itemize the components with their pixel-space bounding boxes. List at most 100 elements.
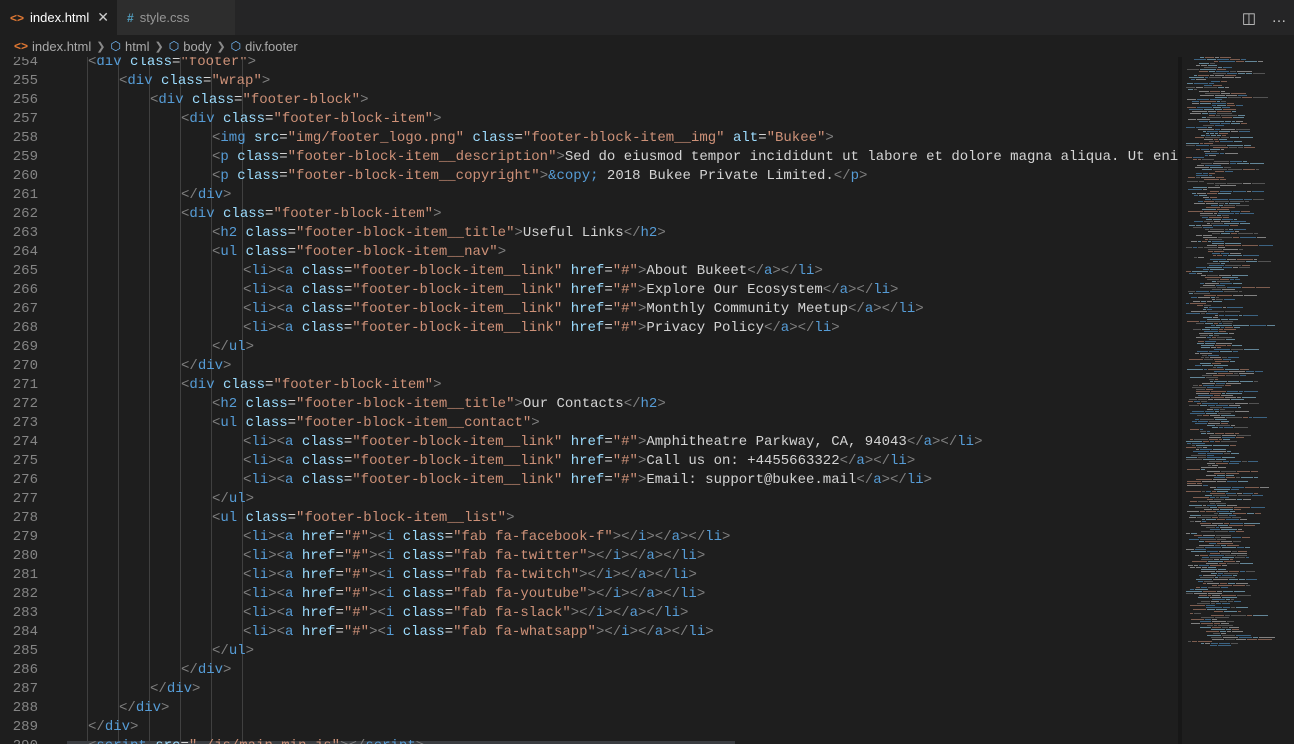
minimap-line (1186, 447, 1196, 448)
minimap-line (1219, 329, 1223, 330)
code-line[interactable]: 278 <ul class="footer-block-item__list"> (0, 509, 1180, 528)
code-line[interactable]: 257 <div class="footer-block-item"> (0, 110, 1180, 129)
code-line[interactable]: 279 <li><a href="#"><i class="fab fa-face… (0, 528, 1180, 547)
minimap-line (1221, 529, 1237, 530)
code-line[interactable]: 264 <ul class="footer-block-item__nav"> (0, 243, 1180, 262)
code-line[interactable]: 270 </div> (0, 357, 1180, 376)
code-line[interactable]: 280 <li><a href="#"><i class="fab fa-twit… (0, 547, 1180, 566)
minimap-line (1193, 609, 1206, 610)
code-token: >< (369, 605, 386, 621)
code-line[interactable]: 286 </div> (0, 661, 1180, 680)
code-line[interactable]: 263 <h2 class="footer-block-item__title">… (0, 224, 1180, 243)
minimap-line (1210, 487, 1216, 488)
code-line[interactable]: 284 <li><a href="#"><i class="fab fa-what… (0, 623, 1180, 642)
minimap-line (1188, 119, 1196, 120)
minimap-line (1195, 353, 1199, 354)
code-line[interactable]: 260 <p class="footer-block-item__copyrigh… (0, 167, 1180, 186)
code-line[interactable]: 269 </ul> (0, 338, 1180, 357)
minimap-line (1220, 185, 1236, 186)
code-line[interactable]: 271 <div class="footer-block-item"> (0, 376, 1180, 395)
code-line[interactable]: 254 <div class="footer"> (0, 57, 1180, 72)
minimap-line (1229, 571, 1239, 572)
minimap-line (1243, 161, 1247, 162)
minimap-line (1215, 385, 1224, 386)
code-editor[interactable]: 254 <div class="footer"> 255 <div class="wr… (0, 57, 1180, 744)
code-line[interactable]: 289 </div> (0, 718, 1180, 737)
code-token: > (696, 586, 706, 602)
code-line[interactable]: 277 </ul> (0, 490, 1180, 509)
code-token: Useful Links (522, 225, 624, 241)
code-line[interactable]: 255 <div class="wrap"> (0, 72, 1180, 91)
minimap-line (1236, 437, 1244, 438)
code-line[interactable]: 283 <li><a href="#"><i class="fab fa-slac… (0, 604, 1180, 623)
code-line[interactable]: 287 </div> (0, 680, 1180, 699)
code-line[interactable]: 267 <li><a class="footer-block-item__link… (0, 300, 1180, 319)
minimap-line (1188, 641, 1191, 642)
minimap-line (1216, 405, 1228, 406)
minimap-line (1221, 421, 1229, 422)
code-line[interactable]: 265 <li><a class="footer-block-item__link… (0, 262, 1180, 281)
minimap-line (1207, 309, 1212, 310)
breadcrumb-body[interactable]: ⬡ body (169, 39, 212, 54)
tab-style-css[interactable]: # style.css (117, 0, 235, 35)
minimap[interactable] (1182, 57, 1294, 744)
code-line[interactable]: 256 <div class="footer-block"> (0, 91, 1180, 110)
code-line[interactable]: 288 </div> (0, 699, 1180, 718)
code-token: >< (268, 301, 286, 317)
minimap-line (1193, 497, 1209, 498)
minimap-line (1214, 395, 1220, 396)
minimap-line (1240, 223, 1250, 224)
minimap-line (1222, 215, 1229, 216)
minimap-line (1196, 87, 1203, 88)
code-token: > (974, 434, 983, 450)
minimap-line (1196, 389, 1205, 390)
tab-index-html[interactable]: <> index.html ✕ (0, 0, 117, 35)
chevron-right-icon: ❯ (96, 40, 106, 53)
minimap-line (1227, 631, 1231, 632)
minimap-line (1215, 97, 1227, 98)
code-line[interactable]: 290<script src="./js/main.min.js"></scri… (0, 737, 1180, 744)
code-line[interactable]: 261 </div> (0, 186, 1180, 205)
minimap-line (1196, 127, 1207, 128)
close-icon[interactable]: ✕ (97, 9, 109, 26)
code-line[interactable]: 285 </ul> (0, 642, 1180, 661)
minimap-line (1205, 547, 1221, 548)
minimap-line (1222, 117, 1232, 118)
code-line[interactable]: 282 <li><a href="#"><i class="fab fa-yout… (0, 585, 1180, 604)
more-actions-icon[interactable]: … (1264, 9, 1294, 26)
minimap-line (1214, 251, 1224, 252)
code-line[interactable]: 273 <ul class="footer-block-item__contact… (0, 414, 1180, 433)
split-editor-icon[interactable]: ◫ (1234, 9, 1264, 27)
minimap-line (1221, 221, 1230, 222)
line-number: 256 (12, 92, 38, 108)
code-line[interactable]: 266 <li><a class="footer-block-item__link… (0, 281, 1180, 300)
code-line[interactable]: 276 <li><a class="footer-block-item__link… (0, 471, 1180, 490)
code-line[interactable]: 262 <div class="footer-block-item"> (0, 205, 1180, 224)
minimap-line (1231, 553, 1247, 554)
code-line[interactable]: 281 <li><a href="#"><i class="fab fa-twit… (0, 566, 1180, 585)
code-line[interactable]: 259 <p class="footer-block-item__descript… (0, 148, 1180, 167)
minimap-line (1222, 107, 1230, 108)
minimap-line (1205, 327, 1220, 328)
minimap-line (1201, 275, 1206, 276)
minimap-line (1193, 227, 1202, 228)
minimap-line (1217, 575, 1221, 576)
code-line[interactable]: 274 <li><a class="footer-block-item__link… (0, 433, 1180, 452)
code-line[interactable]: 275 <li><a class="footer-block-item__link… (0, 452, 1180, 471)
minimap-line (1213, 479, 1227, 480)
line-number: 278 (12, 510, 38, 526)
code-token: href (570, 472, 605, 488)
minimap-line (1206, 491, 1211, 492)
minimap-line (1197, 343, 1204, 344)
minimap-line (1210, 451, 1226, 452)
minimap-line (1240, 571, 1245, 572)
minimap-line (1209, 71, 1215, 72)
code-token: p (850, 168, 859, 184)
breadcrumb-file[interactable]: <> index.html (14, 39, 91, 54)
breadcrumb-div-footer[interactable]: ⬡ div.footer (231, 39, 298, 54)
code-line[interactable]: 258 <img src="img/footer_logo.png" class=… (0, 129, 1180, 148)
code-line[interactable]: 268 <li><a class="footer-block-item__link… (0, 319, 1180, 338)
minimap-line (1239, 579, 1245, 580)
breadcrumb-html[interactable]: ⬡ html (110, 39, 149, 54)
code-line[interactable]: 272 <h2 class="footer-block-item__title">… (0, 395, 1180, 414)
